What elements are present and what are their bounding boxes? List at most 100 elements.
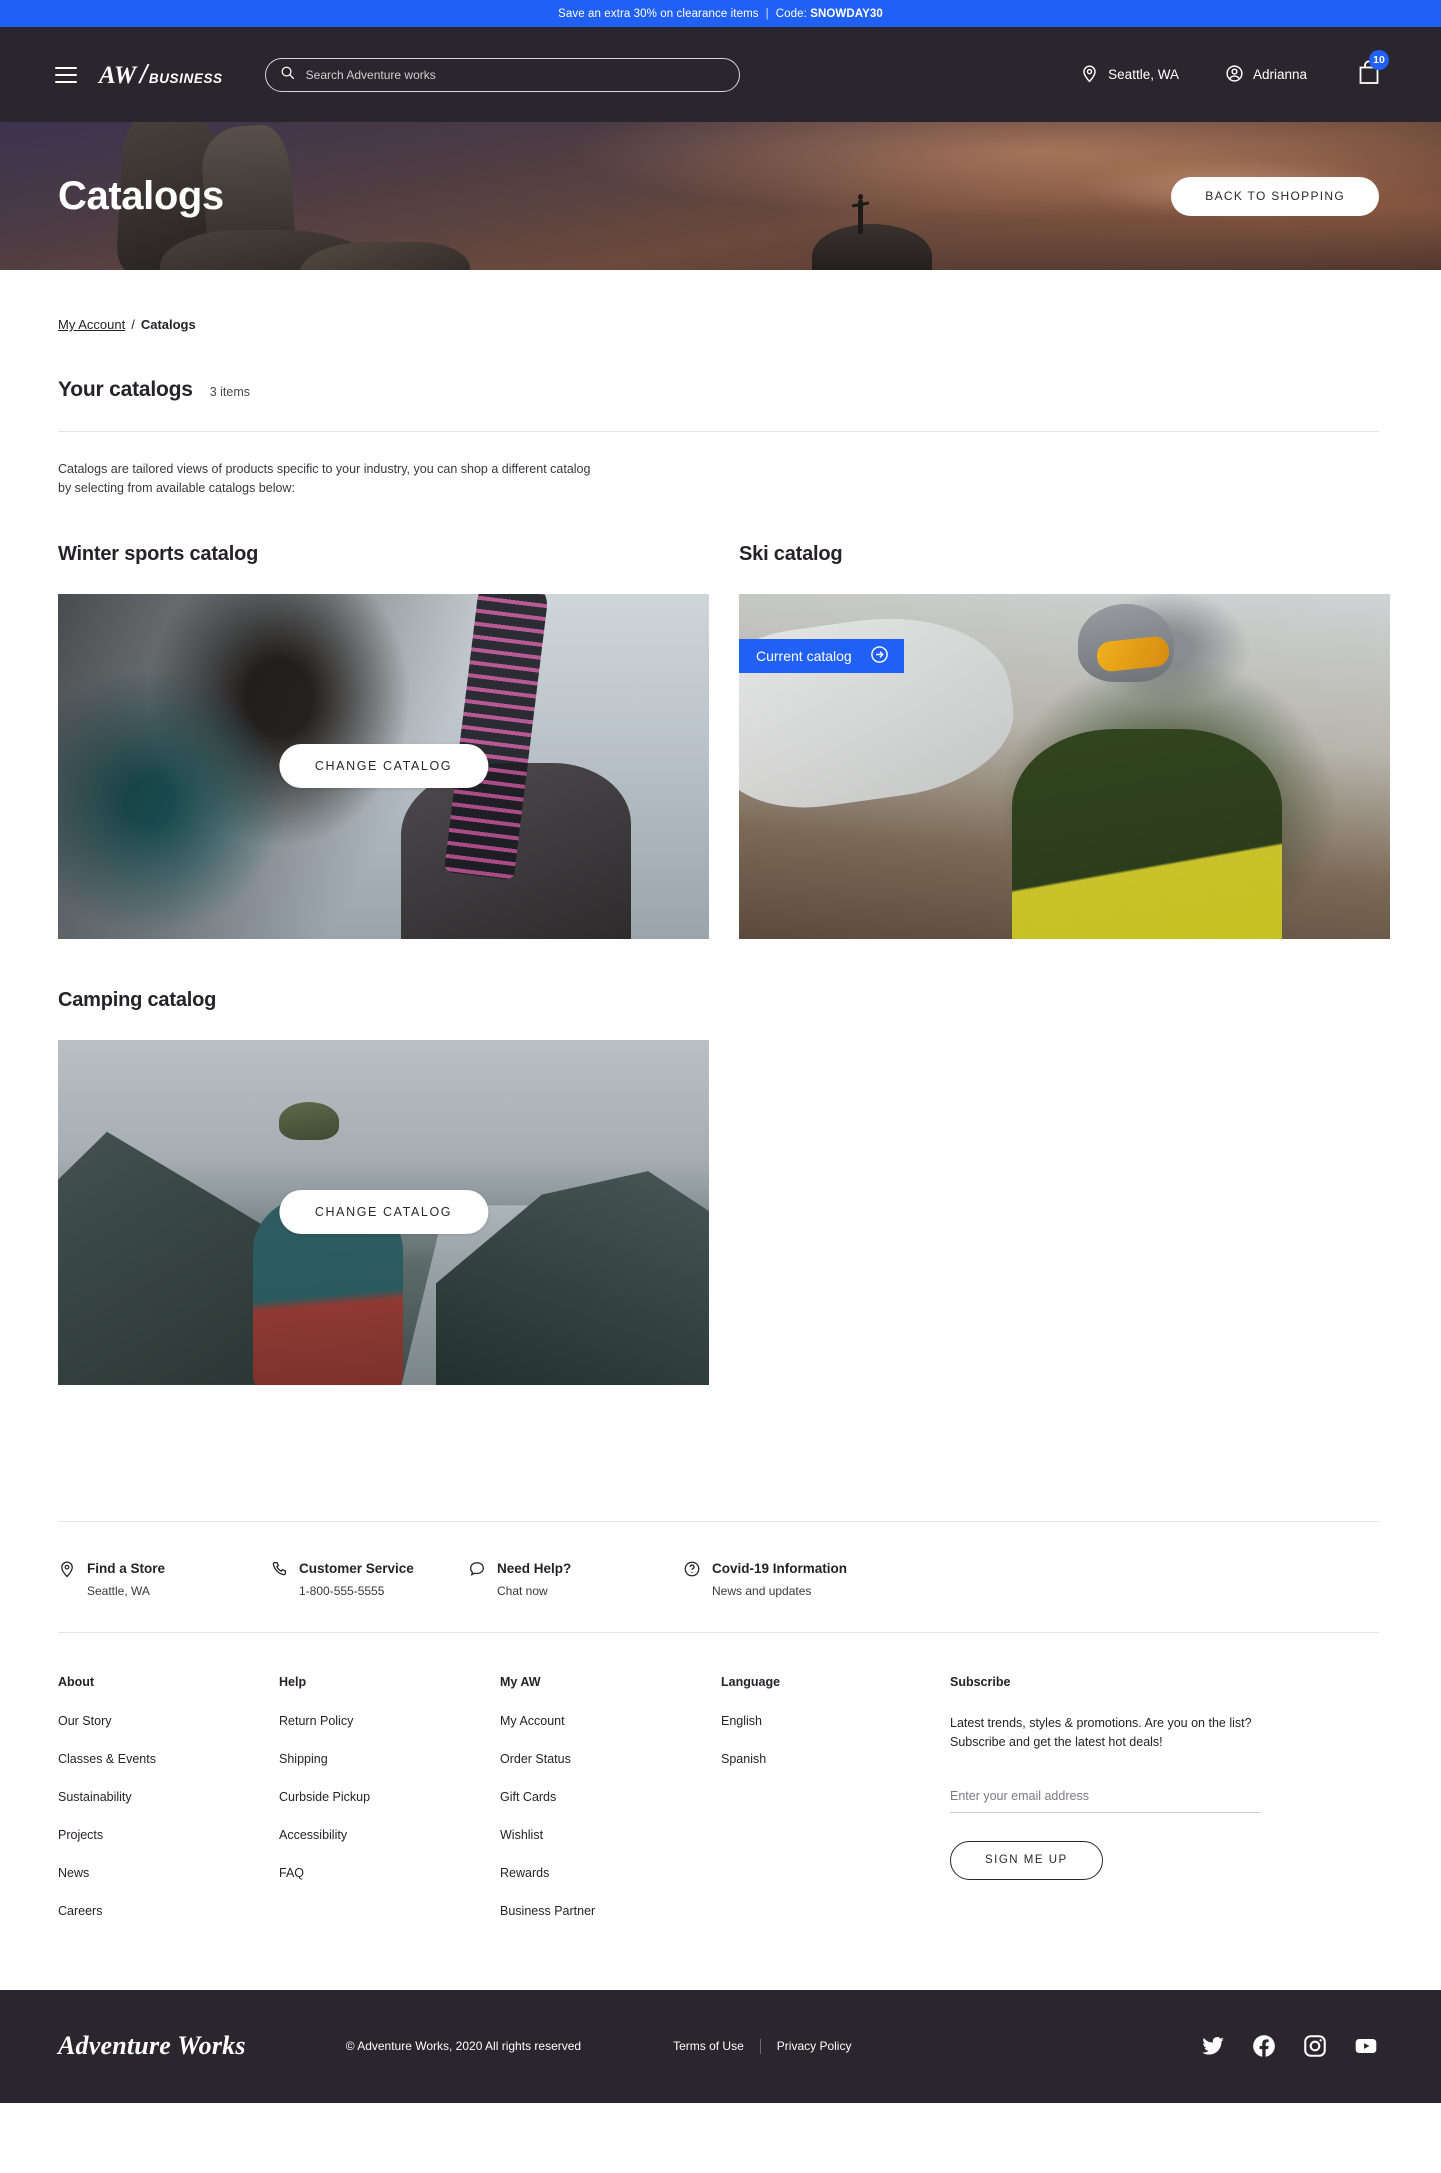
footer-link[interactable]: FAQ: [279, 1866, 500, 1880]
breadcrumb: My Account / Catalogs: [58, 270, 1379, 332]
social-links: [1200, 2033, 1379, 2059]
service-covid-information[interactable]: Covid-19 Information News and updates: [683, 1560, 847, 1598]
hiker-hat: [279, 1101, 340, 1140]
question-circle-icon: [683, 1560, 701, 1583]
subscribe-blurb-line1: Latest trends, styles & promotions. Are …: [950, 1715, 1252, 1730]
back-to-shopping-button[interactable]: BACK TO SHOPPING: [1171, 176, 1379, 216]
location-pin-icon: [58, 1560, 76, 1583]
email-input[interactable]: [950, 1784, 1260, 1813]
catalog-card-ski: Ski catalog Current catalog: [739, 543, 1390, 939]
footer-link[interactable]: Our Story: [58, 1714, 279, 1728]
legal-links-separator: [759, 2038, 761, 2054]
terms-of-use-link[interactable]: Terms of Use: [673, 2039, 744, 2053]
catalog-title: Camping catalog: [58, 988, 217, 1011]
footer-link[interactable]: Spanish: [721, 1752, 942, 1766]
search-input[interactable]: [305, 67, 725, 82]
twitter-icon[interactable]: [1200, 2033, 1226, 2059]
footer-column-heading: Subscribe: [950, 1674, 1011, 1689]
search-bar[interactable]: [264, 57, 740, 92]
facebook-icon[interactable]: [1251, 2033, 1277, 2059]
shopping-bag-icon: [1357, 60, 1381, 89]
current-catalog-badge[interactable]: Current catalog: [739, 638, 904, 673]
mountain-decoration: [435, 1171, 709, 1385]
promo-separator: |: [765, 7, 769, 20]
footer-logo: Adventure Works: [58, 2031, 246, 2061]
footer-link[interactable]: Return Policy: [279, 1714, 500, 1728]
privacy-policy-link[interactable]: Privacy Policy: [777, 2039, 852, 2053]
footer-link[interactable]: Sustainability: [58, 1790, 279, 1804]
footer-link[interactable]: Order Status: [500, 1752, 721, 1766]
footer-link[interactable]: Wishlist: [500, 1828, 721, 1842]
service-subtitle: News and updates: [712, 1583, 812, 1598]
service-text: Find a Store Seattle, WA: [87, 1560, 165, 1598]
service-need-help[interactable]: Need Help? Chat now: [468, 1560, 683, 1598]
search-icon: [280, 65, 295, 85]
footer-link[interactable]: Business Partner: [500, 1904, 721, 1918]
footer-link-columns: About Our Story Classes & Events Sustain…: [58, 1633, 1379, 1990]
brand-logo-aw: AW: [99, 62, 137, 89]
instagram-icon[interactable]: [1302, 2033, 1328, 2059]
footer-column-heading: My AW: [500, 1674, 541, 1689]
footer-link[interactable]: English: [721, 1714, 942, 1728]
footer-link[interactable]: My Account: [500, 1714, 721, 1728]
page-content: My Account / Catalogs Your catalogs 3 it…: [0, 270, 1441, 1391]
location-selector[interactable]: Seattle, WA: [1080, 64, 1179, 86]
site-header: AW / BUSINESS Seattle, WA: [0, 27, 1441, 122]
footer-column-heading: Language: [721, 1674, 781, 1689]
footer-column-about: About Our Story Classes & Events Sustain…: [58, 1675, 279, 1942]
footer-link[interactable]: Rewards: [500, 1866, 721, 1880]
brand-logo[interactable]: AW / BUSINESS: [99, 59, 223, 90]
footer: Find a Store Seattle, WA Customer Servic…: [0, 1520, 1441, 1990]
service-text: Need Help? Chat now: [497, 1560, 571, 1598]
promo-code-label: Code:: [775, 7, 807, 20]
footer-link[interactable]: News: [58, 1866, 279, 1880]
cart-button[interactable]: 10: [1357, 50, 1389, 90]
footer-bottom-bar: Adventure Works © Adventure Works, 2020 …: [0, 1989, 1441, 2103]
footer-link[interactable]: Projects: [58, 1828, 279, 1842]
footer-column-help: Help Return Policy Shipping Curbside Pic…: [279, 1675, 500, 1942]
breadcrumb-my-account-link[interactable]: My Account: [58, 317, 125, 332]
phone-icon: [270, 1560, 288, 1583]
section-title: Your catalogs: [58, 378, 193, 401]
section-item-count: 3 items: [209, 385, 251, 399]
service-title: Find a Store: [87, 1560, 166, 1576]
breadcrumb-separator: /: [131, 317, 135, 332]
catalog-image: CHANGE CATALOG: [58, 1039, 709, 1385]
page-title: Catalogs: [58, 173, 224, 218]
section-divider: [58, 431, 1379, 432]
hamburger-menu-icon[interactable]: [55, 66, 77, 83]
footer-link[interactable]: Careers: [58, 1904, 279, 1918]
footer-column-heading: Help: [279, 1674, 307, 1689]
service-subtitle: Chat now: [497, 1583, 548, 1598]
footer-column-language: Language English Spanish: [721, 1675, 942, 1942]
change-catalog-button[interactable]: CHANGE CATALOG: [278, 744, 489, 789]
sign-me-up-button[interactable]: SIGN ME UP: [950, 1840, 1103, 1880]
catalog-image: Current catalog: [739, 593, 1390, 939]
service-subtitle: 1-800-555-5555: [299, 1583, 385, 1598]
footer-link[interactable]: Gift Cards: [500, 1790, 721, 1804]
account-menu[interactable]: Adrianna: [1225, 64, 1307, 86]
cart-count-badge: 10: [1369, 50, 1389, 70]
section-header: Your catalogs 3 items: [58, 378, 1379, 402]
catalog-title: Ski catalog: [739, 542, 843, 565]
service-customer-service[interactable]: Customer Service 1-800-555-5555: [270, 1560, 468, 1598]
change-catalog-button[interactable]: CHANGE CATALOG: [278, 1190, 489, 1235]
footer-link[interactable]: Shipping: [279, 1752, 500, 1766]
service-title: Customer Service: [299, 1560, 414, 1576]
service-text: Covid-19 Information News and updates: [712, 1560, 847, 1598]
hero-banner: Catalogs BACK TO SHOPPING: [0, 122, 1441, 270]
legal-links: Terms of Use Privacy Policy: [673, 2038, 852, 2054]
hamburger-line: [55, 80, 77, 83]
footer-link[interactable]: Accessibility: [279, 1828, 500, 1842]
subscribe-blurb-line2: Subscribe and get the latest hot deals!: [950, 1735, 1163, 1750]
service-find-a-store[interactable]: Find a Store Seattle, WA: [58, 1560, 270, 1598]
service-text: Customer Service 1-800-555-5555: [299, 1560, 414, 1598]
youtube-icon[interactable]: [1353, 2033, 1379, 2059]
footer-link[interactable]: Classes & Events: [58, 1752, 279, 1766]
footer-link[interactable]: Curbside Pickup: [279, 1790, 500, 1804]
hamburger-line: [55, 66, 77, 69]
hamburger-line: [55, 73, 77, 76]
promo-banner: Save an extra 30% on clearance items | C…: [0, 0, 1441, 27]
user-account-icon: [1225, 64, 1244, 86]
footer-column-my-aw: My AW My Account Order Status Gift Cards…: [500, 1675, 721, 1942]
